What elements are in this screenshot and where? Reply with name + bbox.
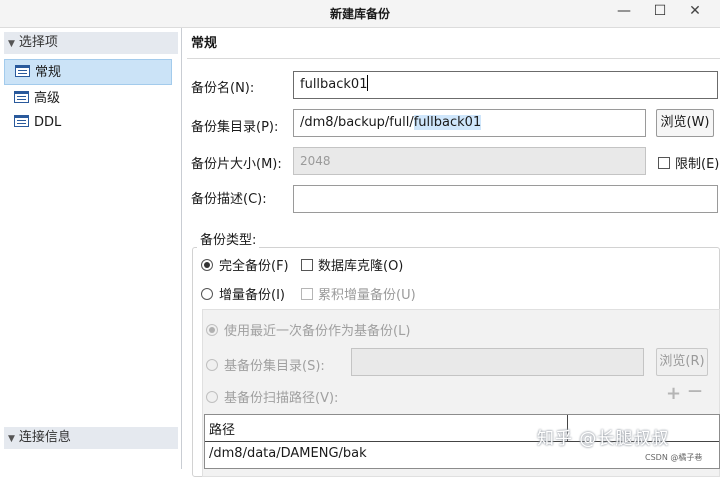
radio-dot — [206, 391, 218, 403]
desc-label: 备份描述(C): — [191, 192, 267, 207]
browse-button[interactable]: 浏览(W) — [656, 109, 714, 137]
remove-icon[interactable]: — — [688, 383, 702, 399]
base-browse-button[interactable]: 浏览(R) — [656, 348, 708, 376]
section-title: 常规 — [191, 36, 218, 51]
options-header-label: 选择项 — [18, 35, 58, 50]
radio-dot — [206, 324, 218, 336]
collapse-arrow-icon: ▼ — [8, 39, 15, 49]
base-dir-radio[interactable]: 基备份集目录(S): — [206, 355, 325, 374]
checkbox-box — [658, 157, 670, 169]
sidebar-item-label: DDL — [34, 115, 62, 130]
base-dir-input[interactable] — [351, 348, 644, 376]
sidebar-item-general[interactable]: 常规 — [4, 59, 172, 85]
add-icon[interactable]: + — [666, 383, 681, 404]
radio-dot — [201, 288, 213, 300]
maximize-button[interactable]: ☐ — [643, 0, 677, 24]
connection-section-header[interactable]: ▼ 连接信息 — [4, 427, 178, 449]
zhihu-watermark: 知乎 @长腿叔叔 — [537, 429, 670, 449]
backup-dir-label: 备份集目录(P): — [191, 120, 279, 135]
sidebar-item-advanced[interactable]: 高级 — [4, 86, 172, 112]
form-icon — [15, 65, 30, 77]
main-panel: 常规 备份名(N): fullback01 备份集目录(P): /dm8/bac… — [183, 28, 720, 477]
divider — [187, 58, 720, 59]
limit-label: 限制(E) — [675, 157, 720, 172]
backup-dir-selected: fullback01 — [413, 115, 482, 130]
text-caret — [367, 75, 369, 91]
radio-dot — [201, 259, 213, 271]
db-clone-checkbox[interactable]: 数据库克隆(O) — [301, 255, 403, 274]
form-icon — [14, 115, 29, 127]
backup-dir-input[interactable]: /dm8/backup/full/fullback01 — [293, 109, 646, 137]
minimize-button[interactable]: — — [607, 0, 641, 24]
incremental-backup-radio[interactable]: 增量备份(I) — [201, 284, 285, 303]
cumulative-checkbox[interactable]: 累积增量备份(U) — [301, 284, 416, 303]
desc-input[interactable] — [293, 185, 718, 213]
sidebar-item-ddl[interactable]: DDL — [4, 110, 172, 136]
db-clone-label: 数据库克隆(O) — [318, 259, 404, 274]
backup-name-label: 备份名(N): — [191, 81, 255, 96]
use-recent-backup-radio[interactable]: 使用最近一次备份作为基备份(L) — [206, 320, 410, 339]
backup-type-label: 备份类型: — [197, 229, 260, 248]
checkbox-box — [301, 288, 313, 300]
close-button[interactable]: ✕ — [678, 0, 712, 24]
scan-path-label: 基备份扫描路径(V): — [224, 391, 339, 406]
collapse-arrow-icon: ▼ — [8, 434, 15, 444]
piece-size-input[interactable]: 2048 — [293, 147, 646, 175]
sidebar-item-label: 常规 — [35, 65, 62, 80]
checkbox-box — [301, 259, 313, 271]
backup-dir-prefix: /dm8/backup/full/ — [300, 115, 414, 130]
path-column-header: 路径 — [209, 423, 236, 438]
incremental-label: 增量备份(I) — [219, 288, 285, 303]
piece-size-label: 备份片大小(M): — [191, 157, 282, 172]
full-backup-radio[interactable]: 完全备份(F) — [201, 255, 289, 274]
title-bar: 新建库备份 — ☐ ✕ — [0, 0, 720, 28]
csdn-watermark: CSDN @橘子巷 — [645, 453, 703, 462]
backup-name-value: fullback01 — [300, 77, 368, 92]
limit-checkbox[interactable]: 限制(E) — [658, 153, 719, 172]
scan-path-radio[interactable]: 基备份扫描路径(V): — [206, 387, 338, 406]
use-recent-label: 使用最近一次备份作为基备份(L) — [224, 324, 411, 339]
sidebar: ▼ 选择项 常规 高级 DDL ▼ 连接信息 — [0, 28, 182, 469]
connection-header-label: 连接信息 — [18, 430, 71, 445]
table-row[interactable]: /dm8/data/DAMENG/bak — [209, 446, 367, 461]
cumulative-label: 累积增量备份(U) — [318, 288, 416, 303]
form-icon — [14, 91, 29, 103]
options-section-header[interactable]: ▼ 选择项 — [4, 32, 178, 54]
full-backup-label: 完全备份(F) — [219, 259, 289, 274]
base-dir-label: 基备份集目录(S): — [224, 359, 325, 374]
sidebar-item-label: 高级 — [34, 91, 61, 106]
radio-dot — [206, 359, 218, 371]
backup-name-input[interactable]: fullback01 — [293, 71, 718, 99]
